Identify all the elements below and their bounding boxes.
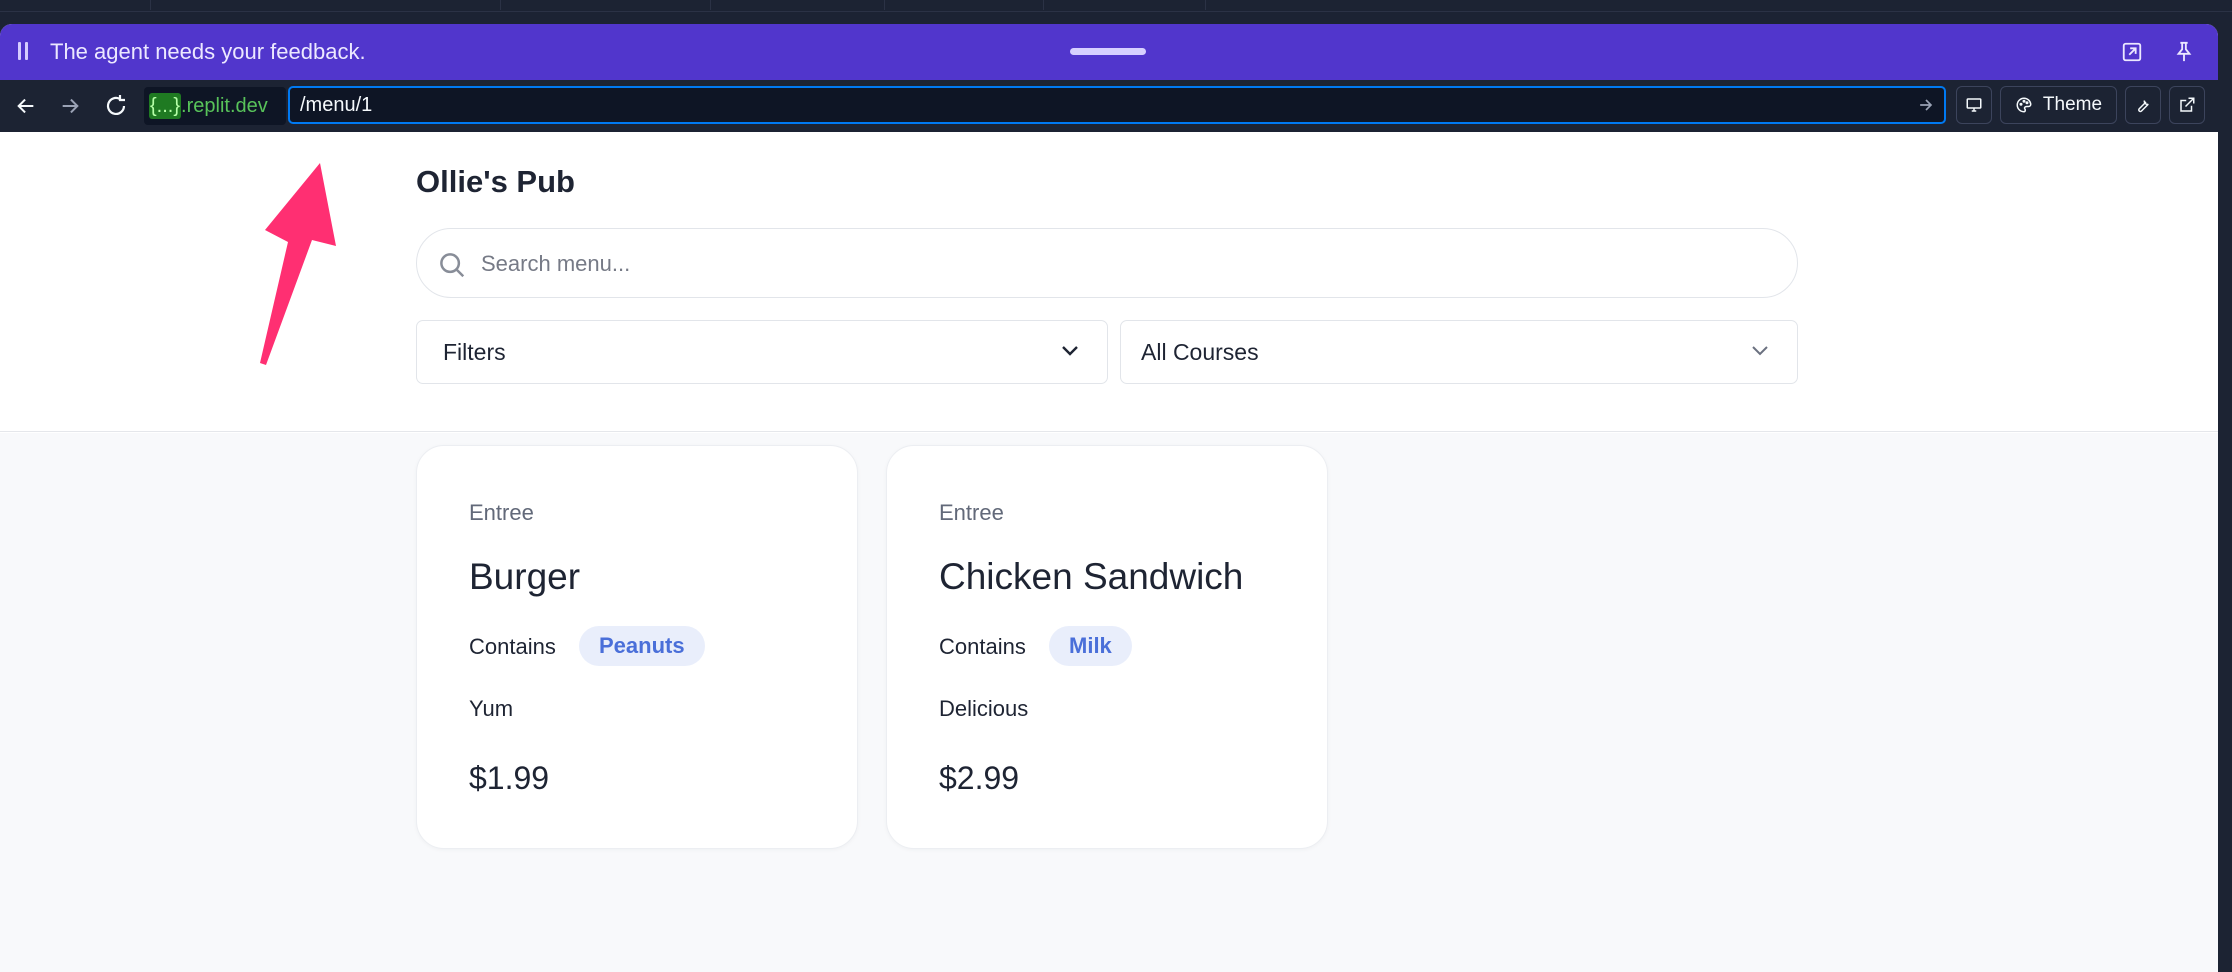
chevron-down-icon [1062, 346, 1078, 356]
item-name: Burger [469, 556, 581, 597]
url-input[interactable]: /menu/1 [288, 86, 1946, 124]
external-link-icon[interactable] [2169, 86, 2205, 124]
menu-list: Entree Burger Contains Peanuts Yum $1.99… [0, 433, 2218, 972]
filters-label: Filters [443, 339, 506, 365]
forward-arrow-icon[interactable] [54, 90, 86, 122]
search-icon [440, 253, 465, 278]
contains-label: Contains [939, 634, 1026, 659]
allergen-badge: Milk [1049, 626, 1132, 666]
courses-label: All Courses [1141, 339, 1259, 365]
go-arrow-icon[interactable] [1916, 95, 1936, 115]
item-description: Delicious [939, 696, 1029, 721]
device-icon[interactable] [1956, 86, 1992, 124]
top-strip [0, 0, 2232, 12]
feedback-message: The agent needs your feedback. [50, 39, 366, 64]
theme-button[interactable]: Theme [2000, 86, 2117, 124]
chevron-down-icon [1752, 346, 1768, 356]
item-price: $2.99 [939, 760, 1020, 796]
feedback-bar: The agent needs your feedback. [0, 24, 2218, 80]
annotation-arrow [260, 163, 336, 365]
filters-dropdown[interactable]: Filters [416, 320, 1108, 384]
item-name: Chicken Sandwich [939, 556, 1244, 597]
webview-panel: The agent needs your feedback. {...}.rep… [0, 24, 2218, 972]
domain-chip: {...}.replit.dev [144, 87, 286, 125]
panel-drag-handle[interactable] [1070, 48, 1146, 55]
expand-icon[interactable] [2118, 38, 2146, 66]
item-price: $1.99 [469, 760, 550, 796]
pin-icon[interactable] [2170, 38, 2198, 66]
browser-toolbar: {...}.replit.dev /menu/1 Theme [0, 80, 2218, 132]
palette-icon [2016, 97, 2032, 113]
theme-label: Theme [2042, 94, 2103, 115]
search-box[interactable] [416, 228, 1798, 298]
back-arrow-icon[interactable] [10, 90, 42, 122]
item-course: Entree [469, 500, 534, 525]
contains-label: Contains [469, 634, 556, 659]
item-course: Entree [939, 500, 1004, 525]
allergen-badge: Peanuts [579, 626, 705, 666]
item-description: Yum [469, 696, 514, 721]
courses-dropdown[interactable]: All Courses [1120, 320, 1798, 384]
menu-item-card[interactable]: Entree Chicken Sandwich Contains Milk De… [886, 445, 1328, 849]
reload-icon[interactable] [100, 90, 132, 122]
menu-item-card[interactable]: Entree Burger Contains Peanuts Yum $1.99 [416, 445, 858, 849]
drag-grip-icon[interactable] [16, 42, 28, 62]
search-input[interactable] [481, 247, 1761, 281]
page-title: Ollie's Pub [416, 164, 575, 199]
wrench-icon[interactable] [2125, 86, 2161, 124]
